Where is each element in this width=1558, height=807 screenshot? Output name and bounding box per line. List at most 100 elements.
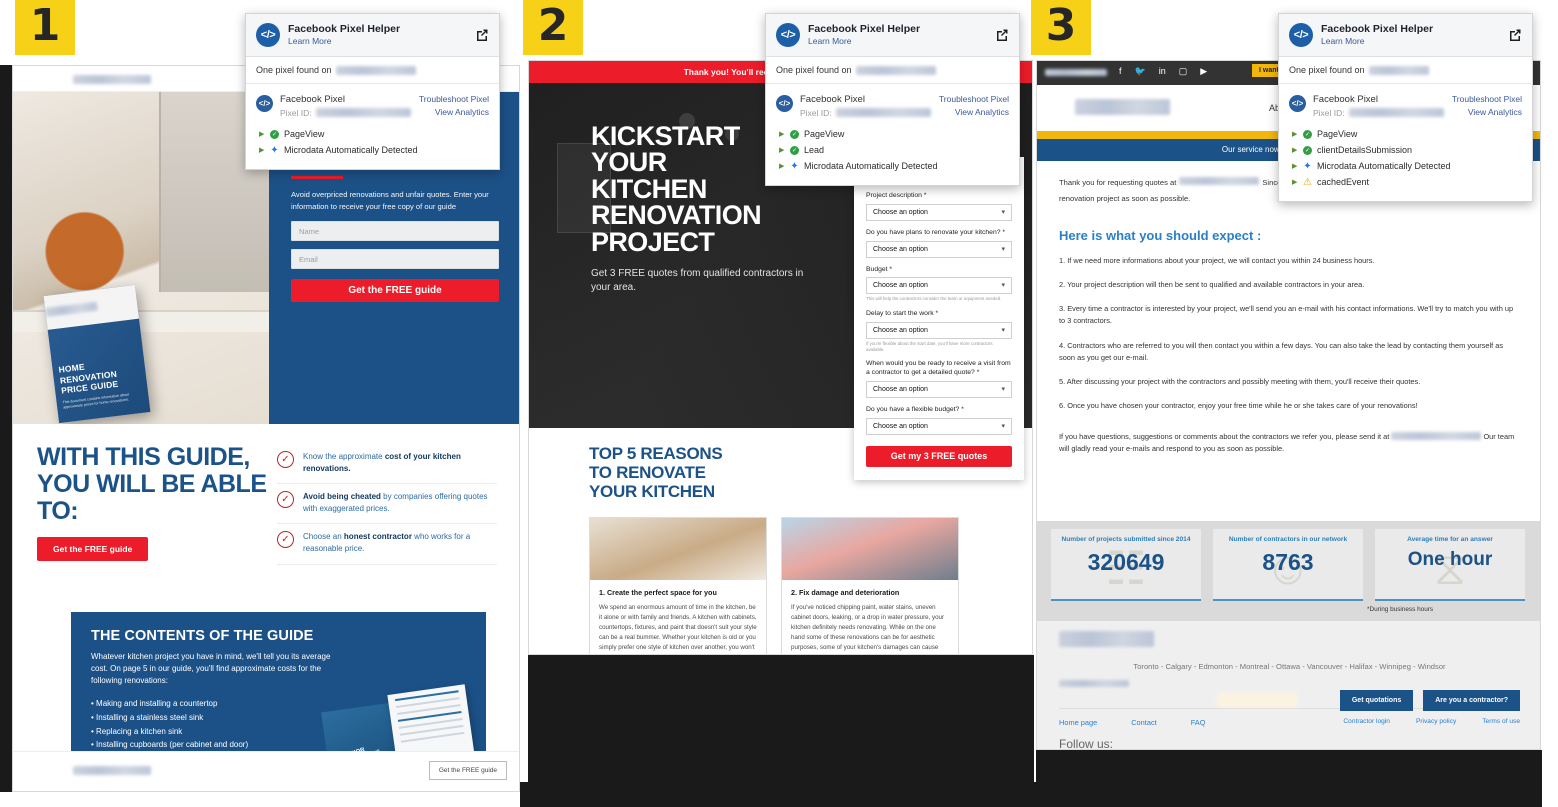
hero-headline-line4: RENOVATION	[591, 200, 762, 231]
event-row[interactable]: ▶ ⚠ cachedEvent	[1289, 174, 1522, 190]
get-free-guide-button-benefits[interactable]: Get the FREE guide	[37, 537, 149, 561]
event-row[interactable]: ▶ ✓ Lead	[776, 142, 1009, 158]
event-row[interactable]: ▶ ✓ clientDetailsSubmission	[1289, 142, 1522, 158]
external-link-icon[interactable]	[1508, 28, 1522, 42]
twitter-icon[interactable]: 🐦	[1135, 66, 1146, 77]
popup-header: </> Facebook Pixel Helper Learn More	[766, 14, 1019, 57]
event-row[interactable]: ▶ ✦ Microdata Automatically Detected	[1289, 158, 1522, 174]
expand-arrow-icon[interactable]: ▶	[779, 130, 785, 138]
status-info-icon: ✦	[790, 160, 799, 172]
status-info-icon: ✦	[270, 144, 279, 156]
footer-logo-redacted	[1059, 631, 1154, 647]
budget-select[interactable]: Choose an option	[866, 277, 1012, 295]
expand-arrow-icon[interactable]: ▶	[1292, 178, 1298, 186]
status-ok-icon: ✓	[1303, 145, 1312, 155]
footer-link-faq[interactable]: FAQ	[1191, 718, 1206, 727]
event-row[interactable]: ▶ ✦ Microdata Automatically Detected	[256, 142, 489, 158]
pixel-found-text: One pixel found on	[256, 65, 332, 75]
youtube-icon[interactable]: ▶	[1200, 66, 1207, 77]
pixel-helper-logo-icon: </>	[256, 23, 280, 47]
event-row[interactable]: ▶ ✓ PageView	[776, 126, 1009, 142]
event-row[interactable]: ▶ ✦ Microdata Automatically Detected	[776, 158, 1009, 174]
benefits-title: WITH THIS GUIDE, YOU WILL BE ABLE TO:	[37, 443, 267, 525]
visit-readiness-select[interactable]: Choose an option	[866, 381, 1012, 399]
expand-arrow-icon[interactable]: ▶	[1292, 162, 1298, 170]
pixel-found-row: One pixel found on	[1279, 57, 1532, 84]
pixel-icon: </>	[1289, 95, 1306, 112]
get-quotes-submit-button[interactable]: Get my 3 FREE quotes	[866, 445, 1012, 467]
instagram-icon[interactable]: ▢	[1179, 66, 1188, 77]
popup-title: Facebook Pixel Helper	[1321, 23, 1434, 36]
renovation-plans-select[interactable]: Choose an option	[866, 240, 1012, 258]
email-input[interactable]: Email	[291, 248, 499, 269]
pixel-id-row: Pixel ID:	[1313, 107, 1445, 119]
learn-more-link[interactable]: Learn More	[288, 36, 467, 47]
popup-body: </> Facebook Pixel Pixel ID: Troubleshoo…	[246, 84, 499, 169]
pixel-id-label: Pixel ID:	[280, 107, 312, 118]
popup-header-text: Facebook Pixel Helper Learn More	[1321, 23, 1500, 47]
pixel-id-label: Pixel ID:	[1313, 107, 1345, 118]
linkedin-icon[interactable]: in	[1159, 66, 1166, 77]
view-analytics-link[interactable]: View Analytics	[939, 106, 1009, 119]
pixel-id-row: Pixel ID:	[280, 107, 412, 119]
flexible-budget-select[interactable]: Choose an option	[866, 417, 1012, 435]
intro-text-a: Thank you for requesting quotes at	[1059, 178, 1177, 187]
view-analytics-link[interactable]: View Analytics	[419, 106, 489, 119]
troubleshoot-pixel-link[interactable]: Troubleshoot Pixel	[939, 93, 1009, 106]
are-you-a-contractor-button[interactable]: Are you a contractor?	[1423, 690, 1520, 711]
event-row[interactable]: ▶ ✓ PageView	[1289, 126, 1522, 142]
pixel-helper-popup-2[interactable]: </> Facebook Pixel Helper Learn More One…	[765, 13, 1020, 187]
status-info-icon: ✦	[1303, 160, 1312, 172]
event-name: PageView	[804, 129, 845, 140]
expand-arrow-icon[interactable]: ▶	[259, 146, 265, 154]
project-description-select[interactable]: Choose an option	[866, 203, 1012, 221]
logo-redacted	[73, 75, 151, 84]
footer-link-home-page[interactable]: Home page	[1059, 718, 1097, 727]
footer-link-contact[interactable]: Contact	[1131, 718, 1156, 727]
headline-underline	[291, 176, 343, 180]
expand-arrow-icon[interactable]: ▶	[1292, 146, 1298, 154]
pixel-info: Facebook Pixel Pixel ID:	[800, 93, 932, 119]
field-label: Do you have a flexible budget? *	[866, 406, 964, 414]
pixel-helper-logo-icon: </>	[1289, 23, 1313, 47]
learn-more-link[interactable]: Learn More	[1321, 36, 1500, 47]
event-row[interactable]: ▶ ✓ PageView	[256, 126, 489, 142]
footer-link-terms-of-use[interactable]: Terms of use	[1482, 718, 1520, 727]
expand-arrow-icon[interactable]: ▶	[1292, 130, 1298, 138]
expand-arrow-icon[interactable]: ▶	[779, 146, 785, 154]
book-top-band	[43, 284, 140, 330]
check-circle-icon: ✓	[277, 451, 294, 468]
external-link-icon[interactable]	[475, 28, 489, 42]
external-link-icon[interactable]	[995, 28, 1009, 42]
learn-more-link[interactable]: Learn More	[808, 36, 987, 47]
get-quotations-button[interactable]: Get quotations	[1339, 690, 1414, 711]
name-input[interactable]: Name	[291, 220, 499, 241]
field-label: Do you have plans to renovate your kitch…	[866, 228, 1006, 236]
pixel-helper-popup-3[interactable]: </> Facebook Pixel Helper Learn More One…	[1278, 13, 1533, 203]
facebook-icon[interactable]: f	[1119, 66, 1122, 77]
outro-paragraph: If you have questions, suggestions or co…	[1059, 431, 1520, 455]
footer-link-contractor-login[interactable]: Contractor login	[1343, 718, 1390, 727]
expect-step: 3. Every time a contractor is interested…	[1059, 304, 1514, 326]
delay-select[interactable]: Choose an option	[866, 322, 1012, 340]
get-free-guide-button-hero[interactable]: Get the FREE guide	[291, 278, 499, 302]
footer-get-guide-button[interactable]: Get the FREE guide	[428, 761, 507, 780]
pixel-id-row: Pixel ID:	[800, 107, 932, 119]
site-footer-1: Get the FREE guide	[13, 751, 519, 791]
expand-arrow-icon[interactable]: ▶	[779, 162, 785, 170]
screenshot-stage: 1 2 3 HOME RENOVATION PRICE GUIDE This d…	[0, 0, 1558, 807]
site-logo-redacted[interactable]	[1075, 99, 1170, 115]
view-analytics-link[interactable]: View Analytics	[1452, 106, 1522, 119]
expand-arrow-icon[interactable]: ▶	[259, 130, 265, 138]
pixel-helper-popup-1[interactable]: </> Facebook Pixel Helper Learn More One…	[245, 13, 500, 171]
reason-card-body: We spend an enormous amount of time in t…	[599, 604, 757, 652]
footer-link-privacy-policy[interactable]: Privacy policy	[1416, 718, 1456, 727]
field-label: Budget *	[866, 265, 893, 273]
reason-card-image	[590, 518, 766, 581]
event-list: ▶ ✓ PageView ▶ ✓ clientDetailsSubmission…	[1289, 126, 1522, 190]
field-hint: This will help the contractors consider …	[866, 296, 1002, 302]
troubleshoot-pixel-link[interactable]: Troubleshoot Pixel	[1452, 93, 1522, 106]
pixel-found-text: One pixel found on	[776, 65, 852, 75]
troubleshoot-pixel-link[interactable]: Troubleshoot Pixel	[419, 93, 489, 106]
event-name: Microdata Automatically Detected	[1317, 161, 1451, 172]
